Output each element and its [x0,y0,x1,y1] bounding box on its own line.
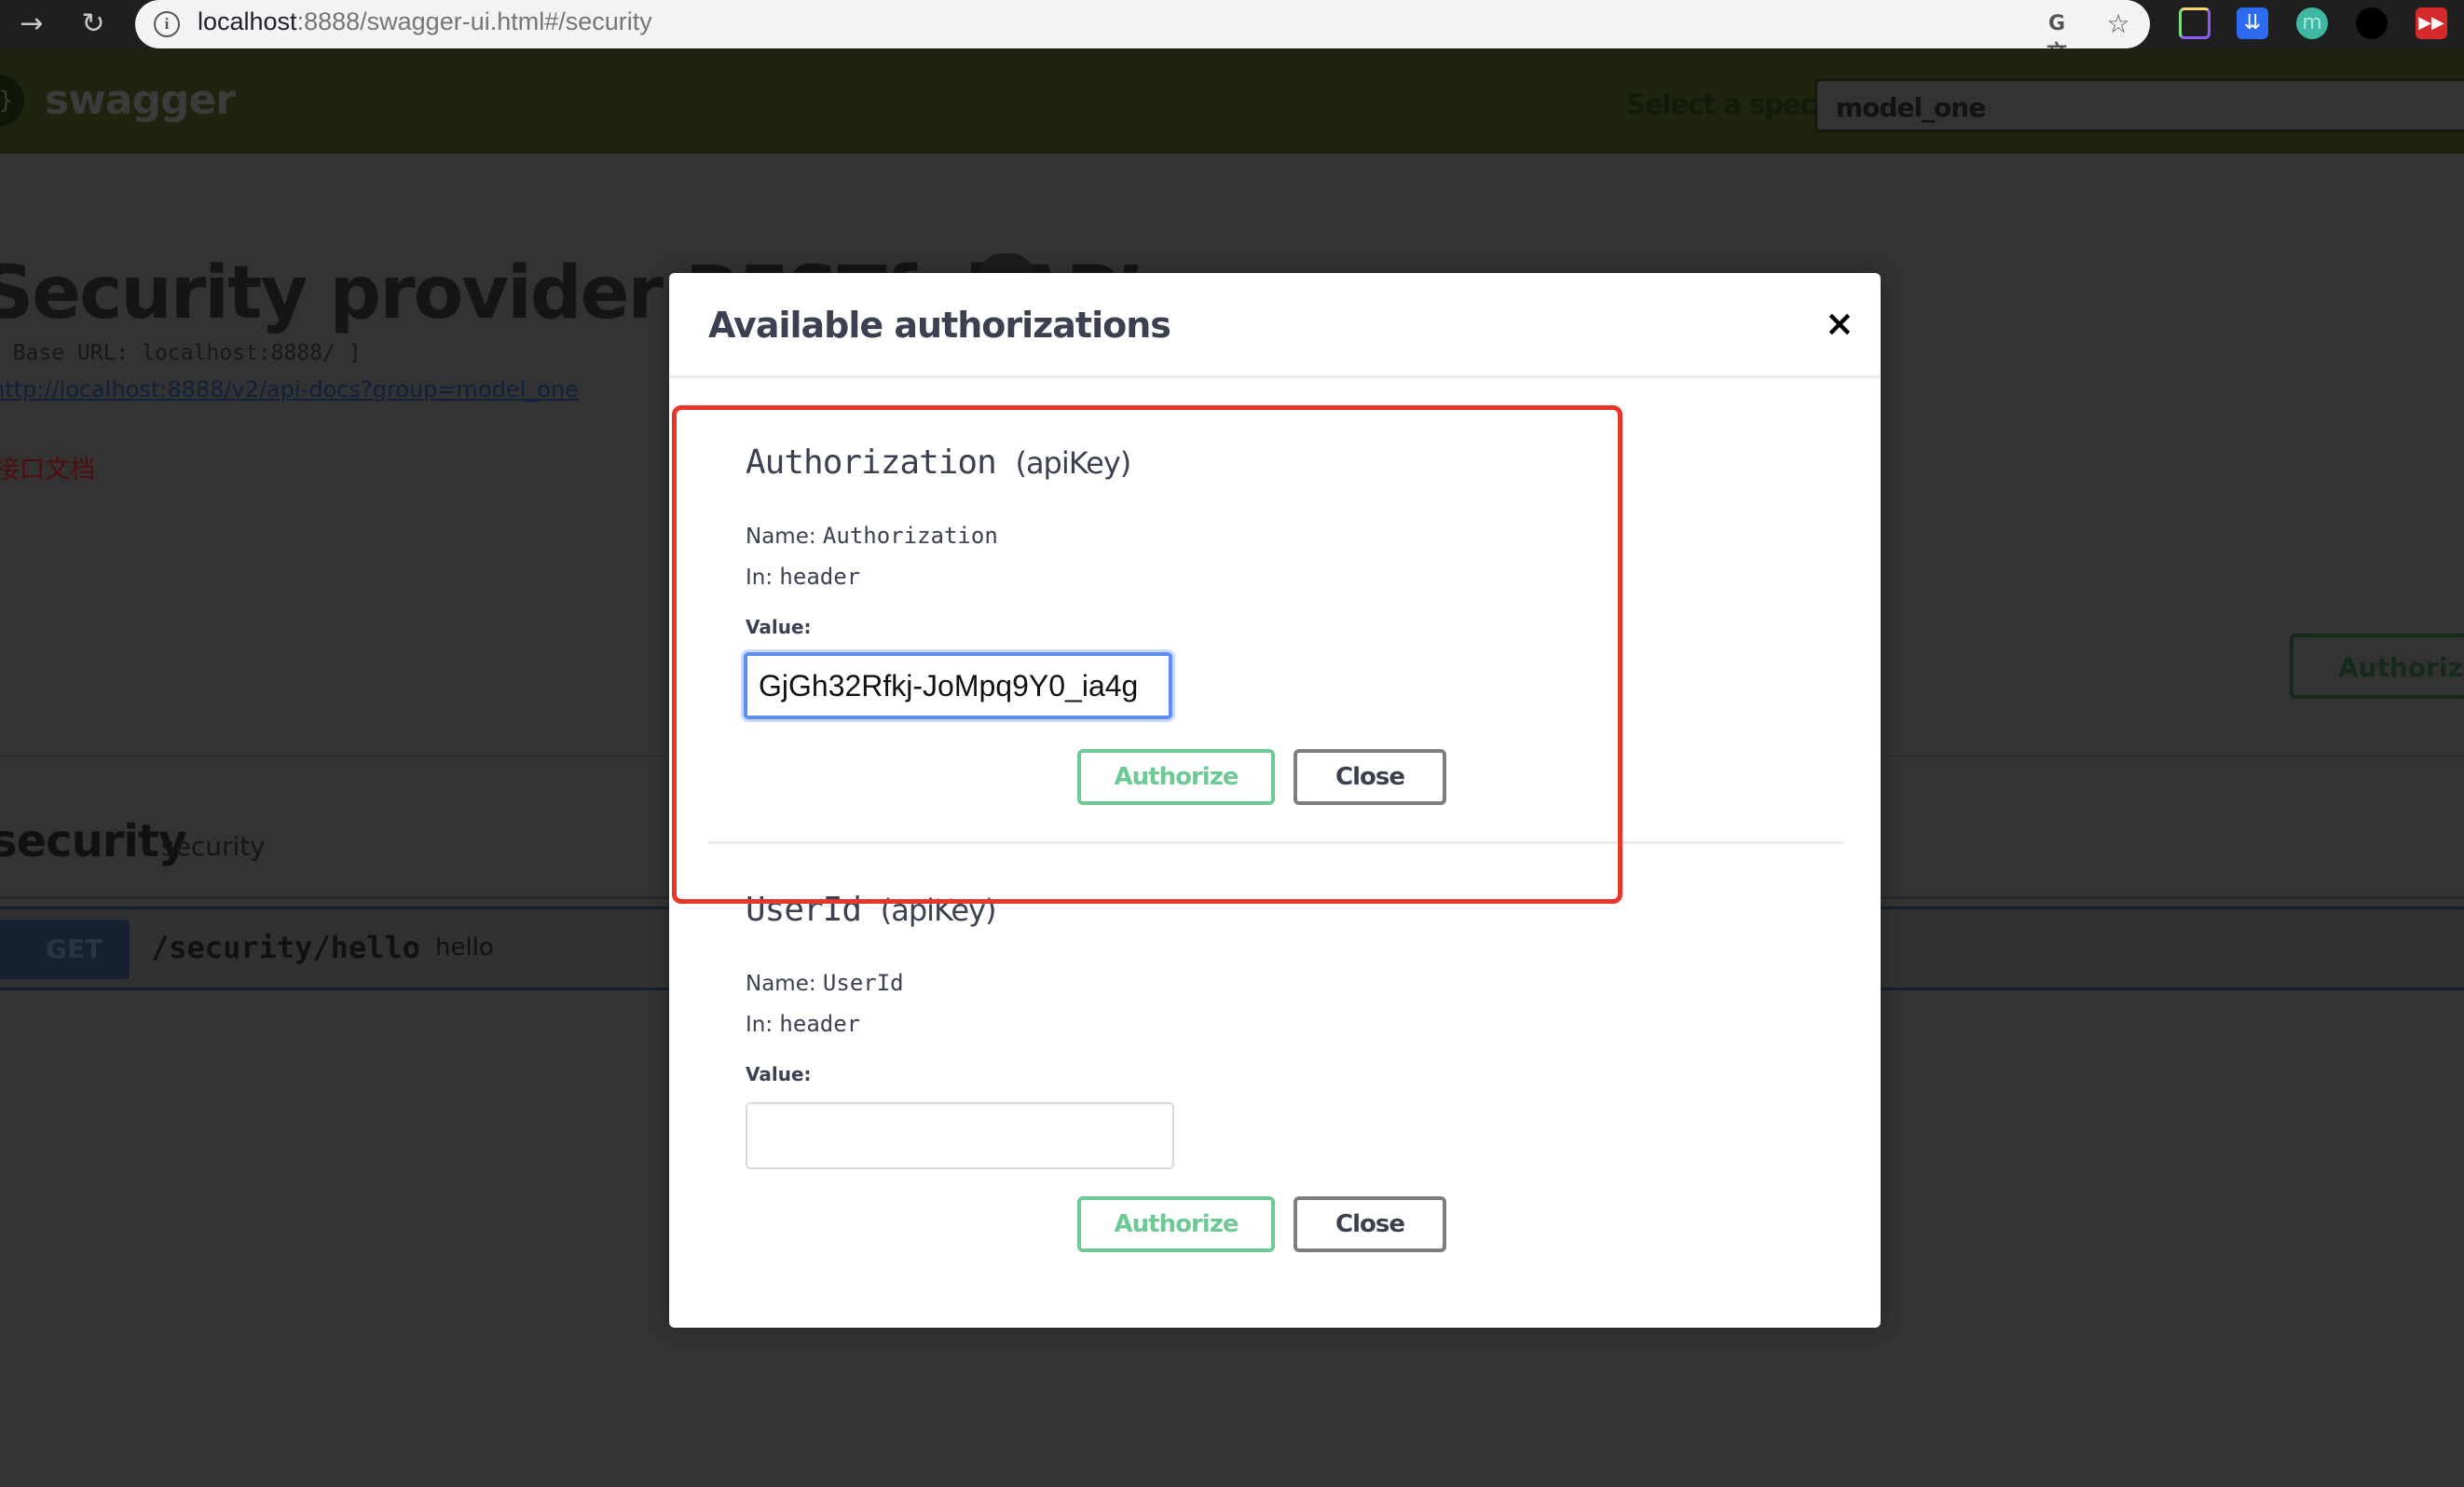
auth-in-row: In: header [746,1011,860,1037]
in-label: In: [746,566,773,590]
url-text[interactable]: localhost:8888/swagger-ui.html#/security [198,7,652,36]
method-badge: GET [0,920,130,979]
url-path: :8888/swagger-ui.html#/security [296,7,652,35]
auth-in-row: In: header [746,564,860,590]
note-extension-icon[interactable] [2179,7,2211,39]
name-value: UserId [822,970,904,996]
page-authorize-button[interactable]: Authorize [2290,634,2464,699]
auth-name-row: Name: UserId [746,970,904,996]
swagger-logo-text: swagger [45,76,236,124]
name-label: Name: [746,525,816,549]
swagger-topbar: {} swagger Select a spec model_one [0,48,2464,154]
auth-name: Authorization [746,443,997,482]
value-label: Value: [746,616,812,638]
modal-title: Available authorizations [708,305,1171,346]
tag-title[interactable]: security [0,815,187,867]
star-icon[interactable]: ☆ [2103,9,2133,39]
url-host: localhost [198,7,297,35]
tag-description: security [161,831,266,862]
spec-select[interactable]: model_one [1814,78,2464,132]
name-value: Authorization [822,523,998,549]
address-bar[interactable]: i localhost:8888/swagger-ui.html#/securi… [135,0,2150,65]
auth-divider [708,841,1843,844]
in-label: In: [746,1013,773,1037]
in-value: header [779,564,861,590]
close-icon[interactable]: × [1825,303,1855,344]
authorizations-modal: Available authorizations × Authorization… [669,273,1881,1328]
auth-title-authorization: Authorization (apiKey) [746,443,1131,482]
forward-arrow-icon[interactable]: → [15,7,48,41]
spec-select-label: Select a spec [1626,89,1816,120]
translate-icon[interactable]: G文 [2042,9,2072,65]
browser-toolbar: → ↻ i localhost:8888/swagger-ui.html#/se… [0,0,2464,65]
swagger-logo-icon: {} [0,75,24,127]
in-value: header [779,1011,861,1037]
auth-name-row: Name: Authorization [746,523,998,549]
name-label: Name: [746,972,816,996]
userid-value-input[interactable] [746,1102,1174,1169]
api-description: 接口文档 [0,456,95,484]
authorize-button-userid[interactable]: Authorize [1077,1196,1275,1252]
auth-type: (apiKey) [1015,445,1131,481]
authorization-value-input[interactable] [744,652,1172,719]
m-extension-icon[interactable]: m [2296,7,2328,39]
avatar-extension-icon[interactable] [2356,7,2388,39]
download-extension-icon[interactable]: ⇊ [2237,7,2268,39]
video-extension-icon[interactable]: ▶▶ [2416,7,2447,39]
value-label: Value: [746,1063,812,1085]
api-docs-link[interactable]: http://localhost:8888/v2/api-docs?group=… [0,376,579,402]
authorize-button-authorization[interactable]: Authorize [1077,749,1275,805]
close-button-authorization[interactable]: Close [1294,749,1446,805]
reload-icon[interactable]: ↻ [76,7,110,41]
operation-path: /security/hello [151,930,420,965]
modal-header: Available authorizations × [669,273,1881,378]
info-icon[interactable]: i [154,11,180,37]
close-button-userid[interactable]: Close [1294,1196,1446,1252]
auth-name: UserId [746,891,862,929]
auth-title-userid: UserId (apiKey) [746,891,997,929]
operation-summary: hello [435,934,494,962]
base-url: [ Base URL: localhost:8888/ ] [0,341,362,365]
auth-type: (apiKey) [880,893,997,928]
